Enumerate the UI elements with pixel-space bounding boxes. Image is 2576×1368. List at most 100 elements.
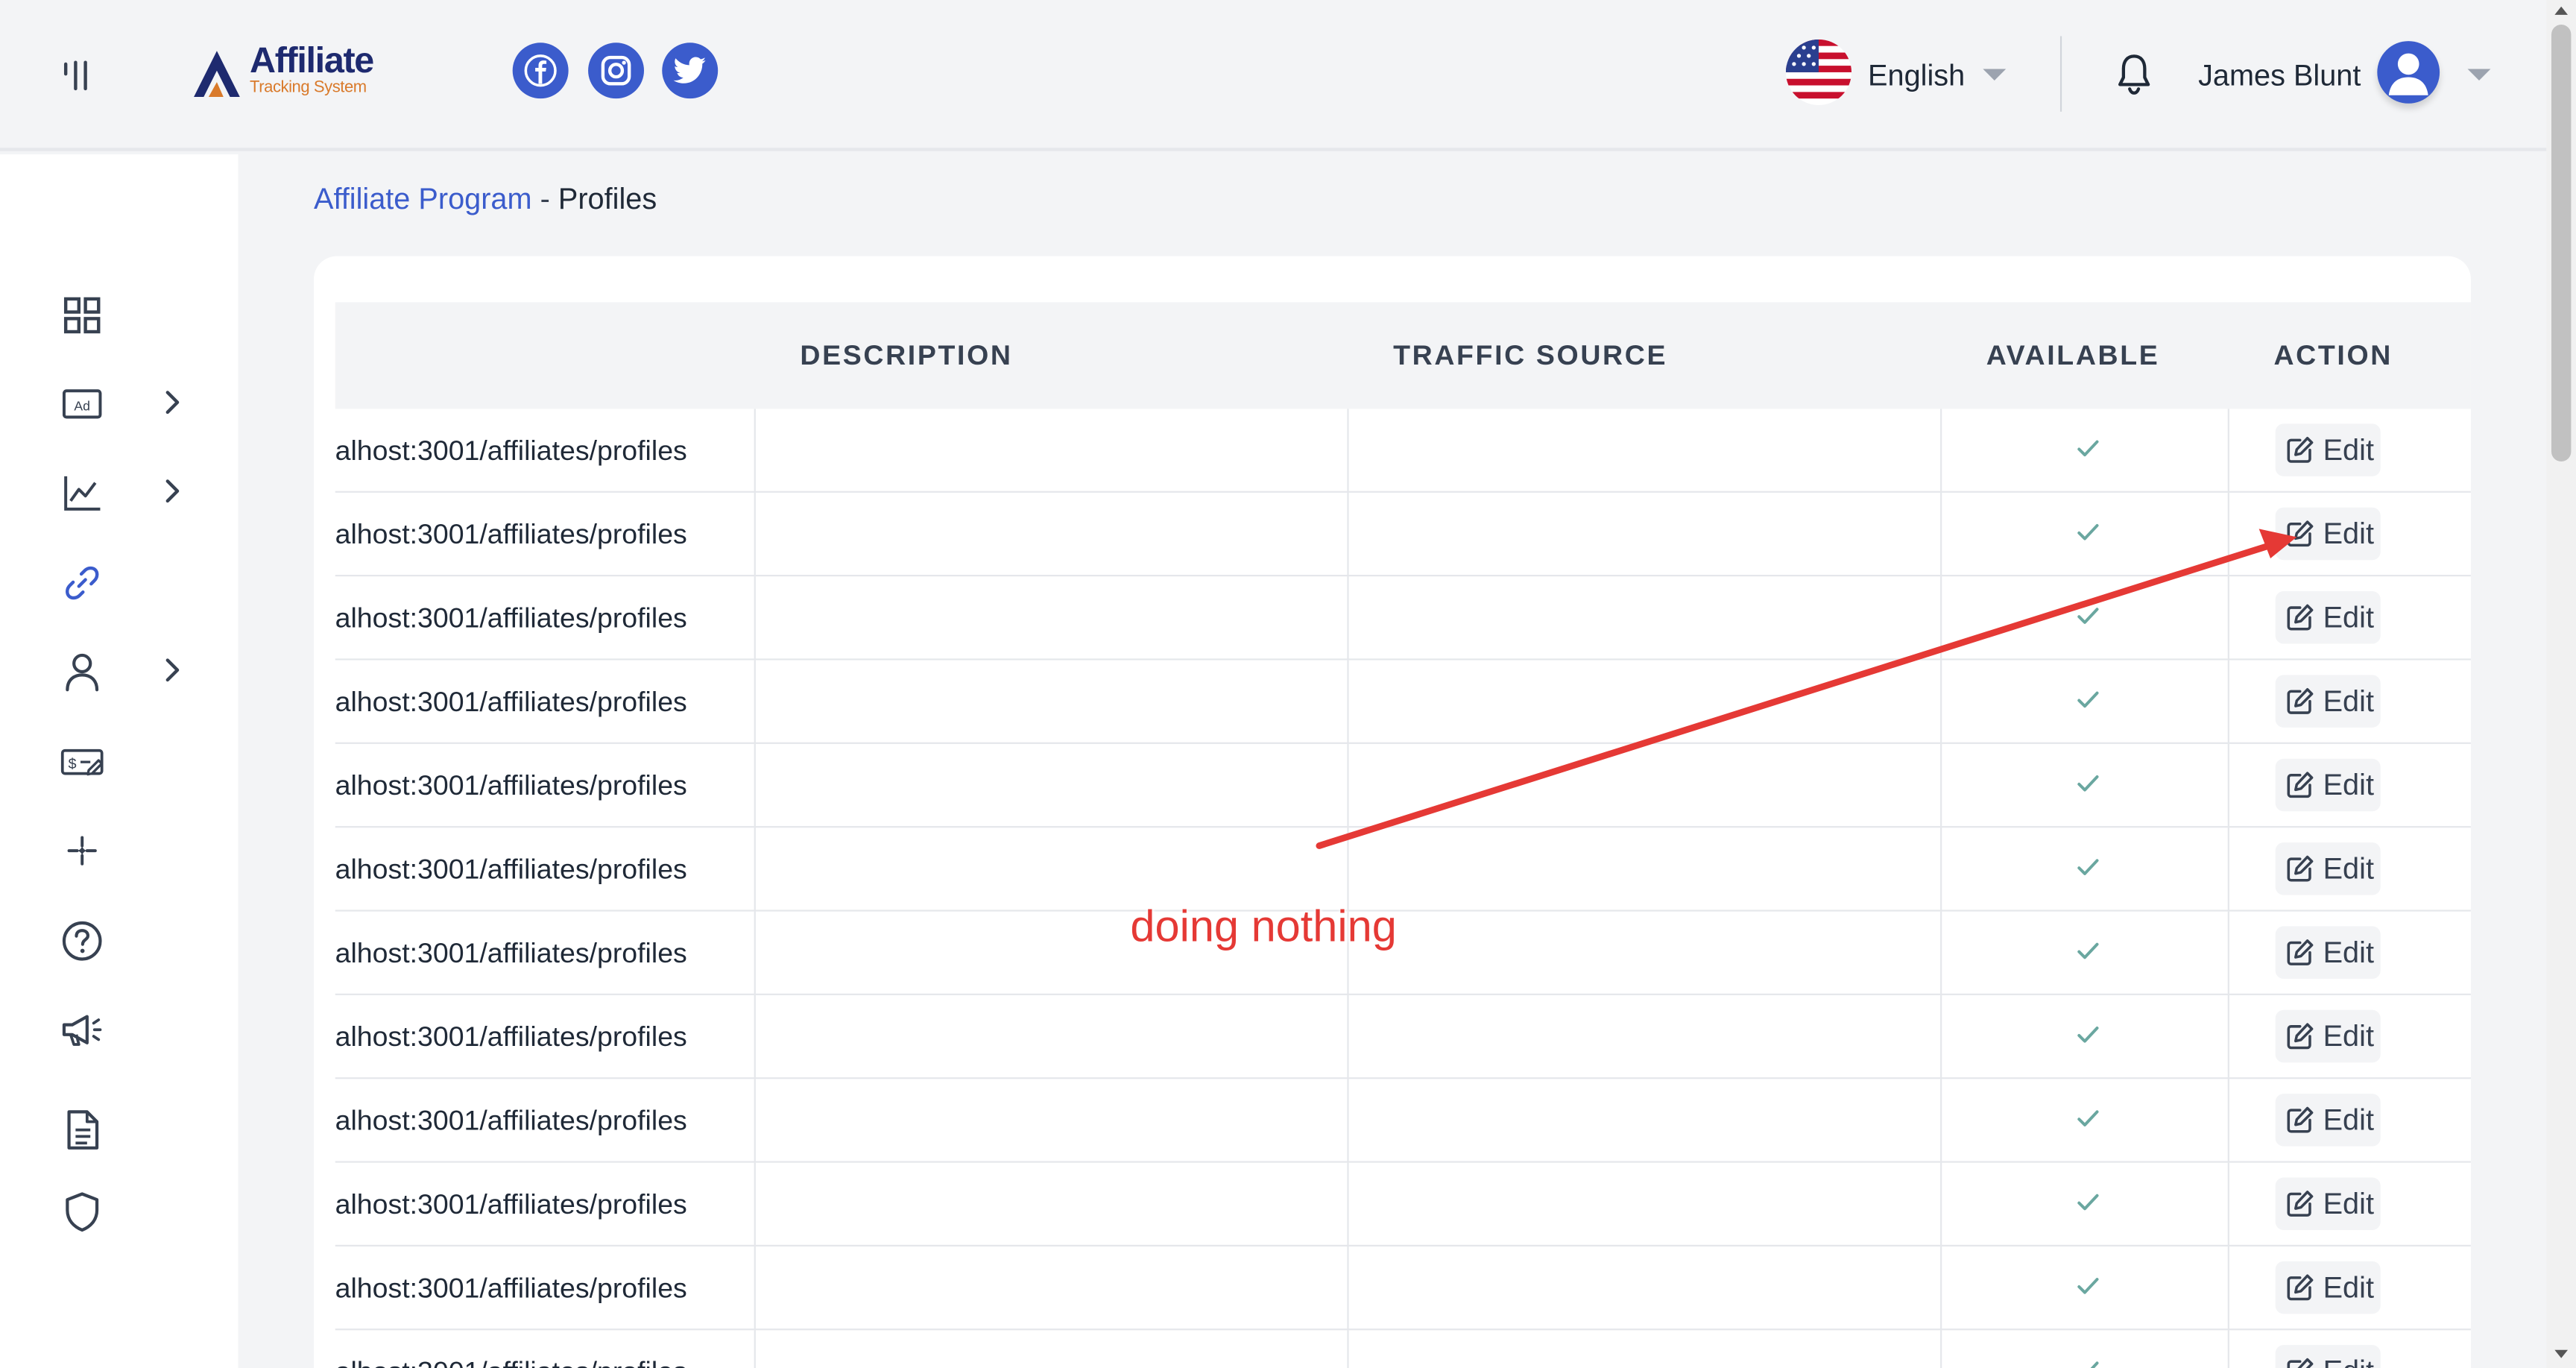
available-check-icon: [2077, 1278, 2099, 1294]
edit-button[interactable]: Edit: [2275, 591, 2381, 644]
sidebar-item-announcements[interactable]: [59, 1003, 206, 1053]
available-check-icon: [2077, 859, 2099, 875]
sidebar-item-features[interactable]: [59, 825, 206, 874]
logo[interactable]: Affiliate Tracking System: [191, 42, 388, 105]
user-menu-caret-icon[interactable]: [2467, 69, 2491, 81]
column-header-action[interactable]: ACTION: [2273, 338, 2393, 374]
edit-button[interactable]: Edit: [2275, 423, 2381, 476]
column-divider: [2227, 828, 2229, 912]
column-divider: [1940, 409, 1942, 493]
bell-icon[interactable]: [2112, 51, 2155, 97]
column-header-available[interactable]: AVAILABLE: [1986, 338, 2160, 374]
edit-button-label: Edit: [2323, 517, 2374, 550]
table-row: alhost:3001/affiliates/profiles Edit: [335, 911, 2471, 995]
sidebar-item-documents[interactable]: [59, 1103, 206, 1153]
profile-url-cell: alhost:3001/affiliates/profiles: [335, 854, 687, 886]
sidebar-item-payments[interactable]: $: [59, 736, 206, 785]
profile-url-cell: alhost:3001/affiliates/profiles: [335, 686, 687, 718]
edit-icon: [2287, 604, 2314, 631]
column-divider: [1347, 1246, 1349, 1331]
column-header-description[interactable]: DESCRIPTION: [800, 338, 1012, 374]
table-row: alhost:3001/affiliates/profiles Edit: [335, 492, 2471, 577]
header-divider: [2059, 36, 2062, 112]
user-avatar-icon[interactable]: [2377, 41, 2440, 104]
instagram-glyph: [601, 55, 631, 86]
sidebar-item-dashboard[interactable]: [59, 289, 206, 338]
facebook-icon[interactable]: [512, 42, 569, 99]
edit-button-label: Edit: [2323, 936, 2374, 969]
column-divider: [754, 1330, 756, 1368]
language-label[interactable]: English: [1868, 57, 1965, 93]
profiles-table: DESCRIPTION TRAFFIC SOURCE AVAILABLE ACT…: [335, 302, 2471, 1368]
table-header: DESCRIPTION TRAFFIC SOURCE AVAILABLE ACT…: [335, 302, 2471, 409]
column-divider: [754, 576, 756, 661]
scroll-up-arrow-icon[interactable]: [2554, 6, 2569, 15]
available-check-icon: [2077, 942, 2099, 959]
edit-button[interactable]: Edit: [2275, 507, 2381, 561]
column-divider: [1347, 995, 1349, 1079]
sidebar-item-users[interactable]: [59, 646, 206, 695]
sidebar-item-security[interactable]: [59, 1185, 206, 1235]
edit-icon: [2287, 1358, 2314, 1368]
sidebar-item-links[interactable]: [59, 557, 206, 606]
logo-mark-icon: [194, 51, 240, 97]
sidebar-item-help[interactable]: [59, 915, 206, 964]
edit-button[interactable]: Edit: [2275, 675, 2381, 728]
column-divider: [1940, 828, 1942, 912]
available-check-icon: [2077, 1027, 2099, 1043]
chart-line-icon: [64, 476, 101, 511]
edit-button[interactable]: Edit: [2275, 1345, 2381, 1368]
document-icon: [67, 1110, 99, 1150]
edit-button[interactable]: Edit: [2275, 1009, 2381, 1063]
edit-button[interactable]: Edit: [2275, 1094, 2381, 1147]
edit-icon: [2287, 436, 2314, 463]
table-row: alhost:3001/affiliates/profiles Edit: [335, 1162, 2471, 1247]
column-divider: [2227, 1330, 2229, 1368]
column-divider: [754, 743, 756, 828]
edit-button[interactable]: Edit: [2275, 1177, 2381, 1230]
column-divider: [1347, 576, 1349, 661]
edit-button[interactable]: Edit: [2275, 842, 2381, 895]
facebook-glyph: [524, 54, 557, 87]
column-divider: [1347, 1162, 1349, 1247]
us-flag-icon[interactable]: [1785, 39, 1852, 105]
user-name[interactable]: James Blunt: [2198, 57, 2361, 93]
edit-icon: [2287, 1023, 2314, 1050]
column-divider: [1347, 1079, 1349, 1163]
edit-button-label: Edit: [2323, 684, 2374, 718]
logo-subtitle: Tracking System: [250, 78, 367, 97]
edit-icon: [2287, 1106, 2314, 1133]
sidebar-item-reports[interactable]: [59, 467, 206, 516]
profiles-card: DESCRIPTION TRAFFIC SOURCE AVAILABLE ACT…: [313, 256, 2471, 1368]
edit-button-label: Edit: [2323, 1271, 2374, 1305]
page-scrollbar[interactable]: [2546, 0, 2576, 1368]
language-caret-icon[interactable]: [1983, 69, 2007, 81]
instagram-icon[interactable]: [588, 42, 645, 99]
column-divider: [2227, 995, 2229, 1079]
column-divider: [1940, 1079, 1942, 1163]
megaphone-icon: [62, 1015, 102, 1046]
table-row: alhost:3001/affiliates/profiles Edit: [335, 576, 2471, 661]
breadcrumb-parent-link[interactable]: Affiliate Program: [314, 183, 532, 215]
edit-button[interactable]: Edit: [2275, 758, 2381, 812]
column-divider: [1347, 660, 1349, 744]
shield-icon: [66, 1192, 99, 1232]
available-check-icon: [2090, 1361, 2099, 1368]
hamburger-menu-icon[interactable]: [59, 52, 92, 95]
sparkle-icon: [67, 836, 97, 866]
column-divider: [1940, 1246, 1942, 1331]
scroll-down-arrow-icon[interactable]: [2554, 1349, 2569, 1358]
ad-icon: Ad: [62, 389, 102, 419]
table-row: alhost:3001/affiliates/profiles Edit: [335, 995, 2471, 1079]
table-row: alhost:3001/affiliates/profiles Edit: [335, 1079, 2471, 1163]
edit-button[interactable]: Edit: [2275, 926, 2381, 979]
edit-button-label: Edit: [2323, 1103, 2374, 1137]
edit-button[interactable]: Edit: [2275, 1261, 2381, 1314]
available-check-icon: [2077, 608, 2099, 624]
user-icon: [66, 653, 99, 692]
column-divider: [1940, 492, 1942, 577]
scrollbar-thumb[interactable]: [2551, 25, 2572, 462]
column-header-traffic-source[interactable]: TRAFFIC SOURCE: [1393, 338, 1667, 374]
twitter-icon[interactable]: [662, 42, 719, 99]
sidebar-item-ads[interactable]: Ad: [59, 378, 206, 427]
